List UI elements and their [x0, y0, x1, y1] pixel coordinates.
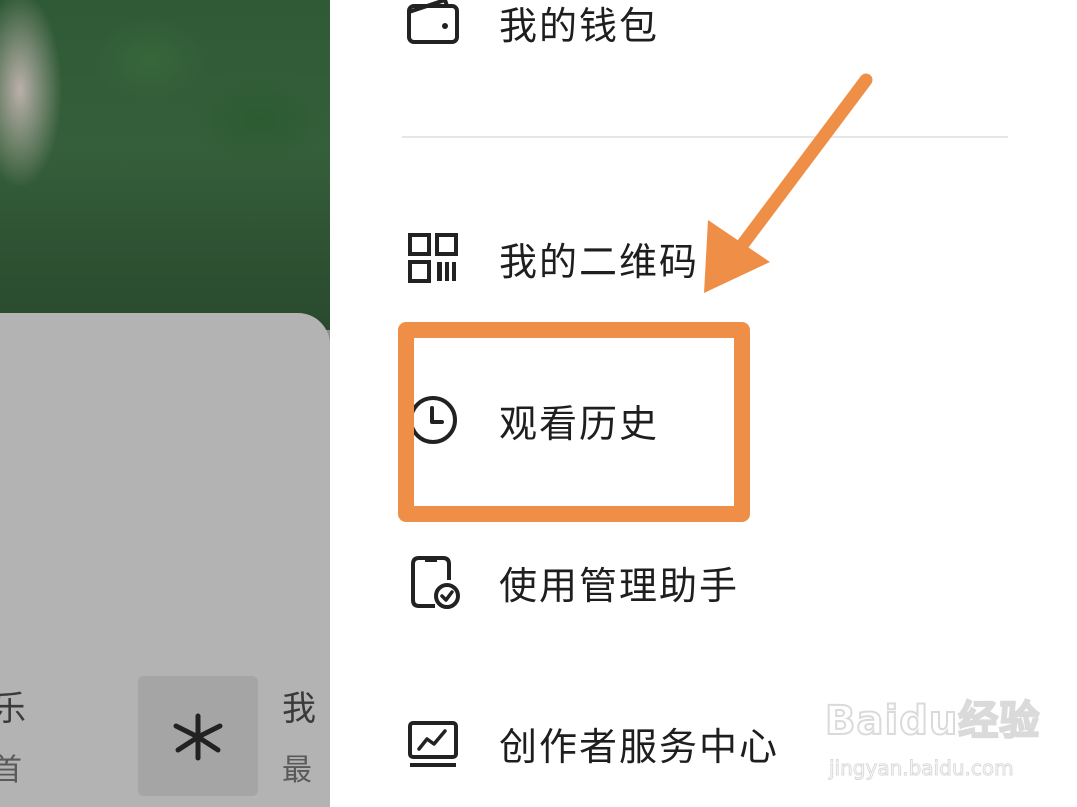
annotation-arrow-icon — [704, 73, 873, 293]
baidu-watermark: Baidu经验 jingyan.baidu.com — [824, 688, 1040, 788]
watermark-url: jingyan.baidu.com — [829, 756, 1015, 781]
watermark-brand: Baidu经验 — [824, 697, 1041, 745]
